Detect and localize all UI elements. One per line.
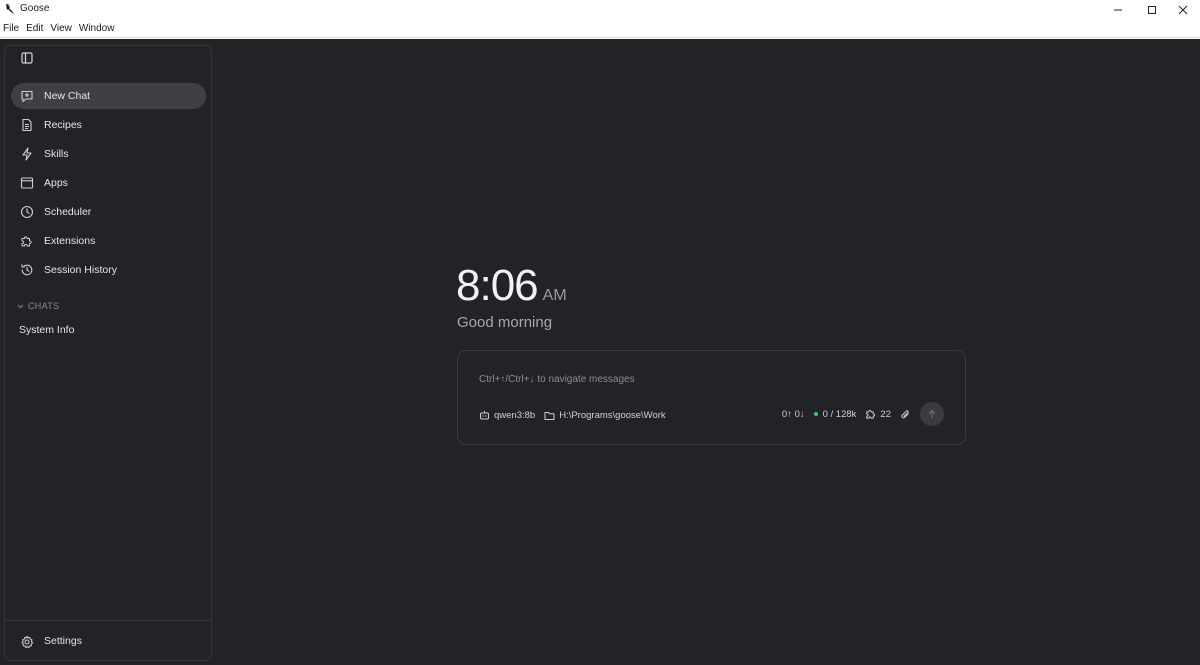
sidebar-item-new-chat[interactable]: New Chat — [11, 83, 206, 109]
sidebar-toggle-icon[interactable] — [20, 51, 34, 65]
extensions-count: 22 — [880, 408, 891, 420]
minimize-button[interactable] — [1101, 0, 1135, 20]
sidebar-item-skills[interactable]: Skills — [11, 141, 206, 167]
chat-composer[interactable]: Ctrl+↑/Ctrl+↓ to navigate messages qwen3… — [457, 350, 966, 445]
chat-item-system-info[interactable]: System Info — [19, 324, 74, 336]
menu-bar: File Edit View Window — [0, 20, 1200, 38]
menu-view[interactable]: View — [47, 23, 76, 34]
paperclip-icon — [901, 409, 909, 418]
model-name: qwen3:8b — [494, 409, 536, 421]
maximize-icon — [1148, 6, 1156, 14]
sidebar-divider — [5, 620, 211, 621]
sidebar-item-settings[interactable]: Settings — [11, 630, 206, 654]
sidebar-item-scheduler[interactable]: Scheduler — [11, 199, 206, 225]
clock: 8:06 AM — [456, 261, 567, 311]
lightning-icon — [22, 147, 32, 161]
settings-label: Settings — [44, 635, 82, 647]
sidebar-item-apps[interactable]: Apps — [11, 170, 206, 196]
directory-path: H:\Programs\goose\Work — [559, 409, 666, 421]
menu-edit[interactable]: Edit — [23, 23, 47, 34]
sidebar-item-session-history[interactable]: Session History — [11, 257, 206, 283]
goose-logo-icon — [6, 4, 14, 14]
attach-button[interactable] — [900, 409, 911, 420]
send-button[interactable] — [920, 402, 944, 426]
sidebar-item-label: Skills — [44, 148, 69, 160]
clock-ampm: AM — [542, 287, 567, 304]
sidebar-item-recipes[interactable]: Recipes — [11, 112, 206, 138]
extensions-button[interactable]: 22 — [865, 408, 891, 420]
context-usage-label: 0 / 128k — [822, 408, 857, 420]
title-bar: Goose — [0, 0, 1200, 20]
robot-icon — [480, 410, 489, 419]
clock-icon — [20, 205, 34, 219]
message-input[interactable]: Ctrl+↑/Ctrl+↓ to navigate messages — [479, 374, 635, 385]
folder-icon — [544, 411, 555, 420]
document-icon — [22, 118, 32, 132]
sidebar-item-label: Extensions — [44, 235, 96, 247]
token-counts: 0↑ 0↓ — [781, 408, 805, 420]
model-selector[interactable]: qwen3:8b — [479, 410, 535, 421]
minimize-icon — [1114, 9, 1122, 11]
greeting: Good morning — [457, 314, 553, 331]
sidebar-item-label: Apps — [44, 177, 68, 189]
gear-icon — [21, 635, 34, 649]
close-button[interactable] — [1166, 0, 1200, 20]
menu-file[interactable]: File — [0, 23, 23, 34]
sidebar-item-label: New Chat — [44, 90, 91, 102]
puzzle-icon — [21, 236, 32, 247]
app-area: New Chat Recipes Skills Apps Scheduler E… — [0, 39, 1200, 665]
puzzle-icon — [866, 410, 876, 419]
menu-window[interactable]: Window — [76, 23, 119, 34]
chat-plus-icon — [21, 90, 33, 103]
maximize-button[interactable] — [1135, 0, 1169, 20]
app-window-icon — [20, 177, 34, 189]
context-status-dot — [813, 412, 818, 416]
composer-info-row: qwen3:8b H:\Programs\goose\Work — [479, 408, 675, 422]
arrow-up-icon — [928, 410, 936, 419]
close-icon — [1178, 5, 1188, 15]
window-title: Goose — [20, 3, 50, 14]
history-icon — [21, 264, 33, 276]
chevron-down-icon — [17, 304, 24, 308]
chats-section-header[interactable]: CHATS — [17, 301, 59, 311]
composer-controls: 0↑ 0↓ 0 / 128k 22 — [782, 402, 944, 426]
sidebar-item-label: Scheduler — [44, 206, 92, 218]
sidebar-item-label: Recipes — [44, 119, 82, 131]
context-usage: 0 / 128k — [813, 408, 857, 420]
clock-time: 8:06 — [456, 261, 539, 310]
sidebar: New Chat Recipes Skills Apps Scheduler E… — [4, 45, 212, 661]
sidebar-item-extensions[interactable]: Extensions — [11, 228, 206, 254]
chats-header-label: CHATS — [28, 301, 60, 311]
directory-selector[interactable]: H:\Programs\goose\Work — [544, 409, 666, 421]
sidebar-item-label: Session History — [44, 264, 117, 276]
